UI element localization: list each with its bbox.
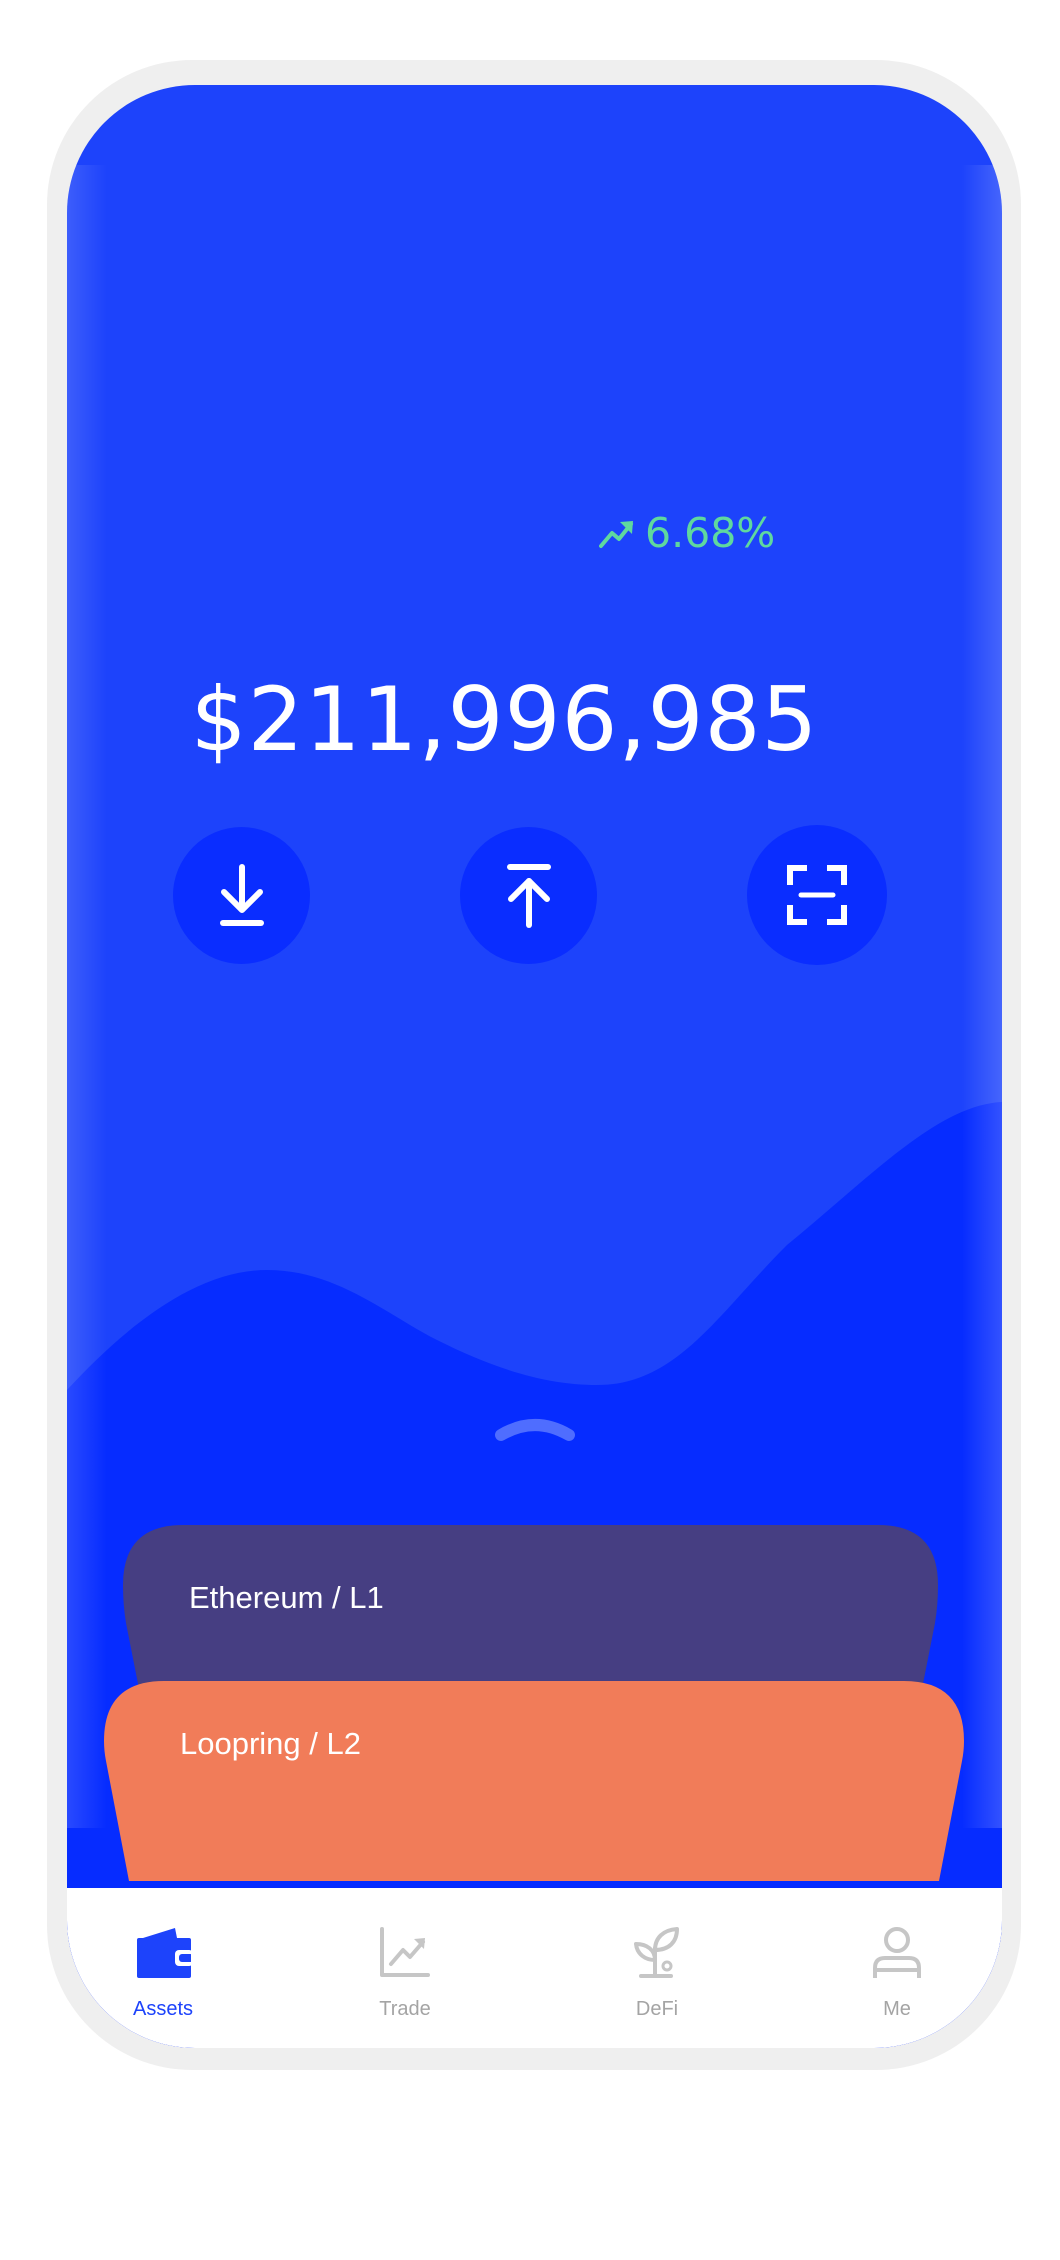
tab-label: Me <box>883 1998 911 2020</box>
scan-button[interactable] <box>747 825 887 965</box>
upload-icon <box>506 863 551 928</box>
wallet-icon <box>137 1928 191 1978</box>
balance-value: 211,996,985 <box>247 668 819 771</box>
tab-assets[interactable]: Assets <box>83 1888 243 2048</box>
send-button[interactable] <box>460 827 597 964</box>
receive-button[interactable] <box>173 827 310 964</box>
chart-icon <box>380 1927 430 1977</box>
tab-label: Trade <box>379 1998 431 2020</box>
loopring-l2-card[interactable]: Loopring / L2 <box>104 1681 964 1881</box>
card-title: Ethereum / L1 <box>189 1580 384 1615</box>
download-icon <box>219 863 264 926</box>
currency-symbol: $ <box>190 668 248 771</box>
portfolio-balance: $211,996,985 <box>67 668 1002 771</box>
card-title: Loopring / L2 <box>180 1726 361 1761</box>
app-screen: 6.68% $211,996,985 Ethereum / L1 Looprin… <box>67 85 1002 2048</box>
tab-trade[interactable]: Trade <box>325 1888 485 2048</box>
portfolio-change: 6.68% <box>599 503 775 563</box>
user-icon <box>873 1927 921 1978</box>
tab-label: DeFi <box>635 1998 679 2020</box>
tab-me[interactable]: Me <box>817 1888 977 2048</box>
chevron-up-icon[interactable] <box>493 1407 577 1447</box>
bottom-tab-bar: Assets Trade DeFi Me <box>67 1888 1002 2048</box>
sprout-icon <box>634 1927 679 1978</box>
trending-up-icon <box>599 521 633 548</box>
scan-icon <box>787 865 847 925</box>
change-percent: 6.68% <box>645 509 776 557</box>
tab-defi[interactable]: DeFi <box>577 1888 737 2048</box>
tab-label: Assets <box>132 1998 194 2020</box>
card-shape <box>104 1681 964 1881</box>
